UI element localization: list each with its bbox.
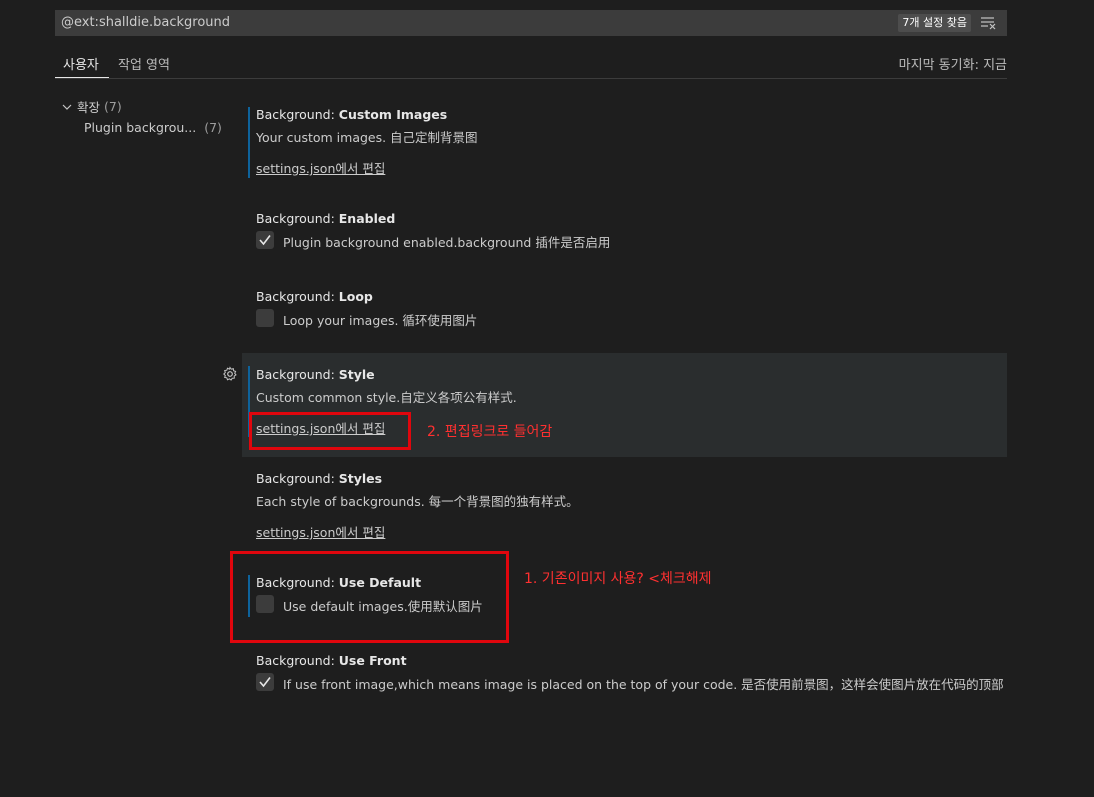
- edit-in-settings-json-link[interactable]: settings.json에서 편집: [256, 158, 385, 177]
- setting-loop: Background: Loop Loop your images. 循环使用图…: [242, 282, 1007, 346]
- result-count-badge: 7개 설정 찾음: [898, 14, 971, 32]
- setting-description: Custom common style.自定义各项公有样式.: [256, 390, 517, 405]
- setting-custom-images: Background: Custom Images Your custom im…: [242, 100, 1007, 184]
- setting-description: Plugin background enabled.background 插件是…: [283, 235, 611, 250]
- setting-title: Background: Loop: [256, 289, 373, 304]
- check-icon: [259, 235, 271, 246]
- setting-title: Background: Style: [256, 367, 375, 382]
- annotation-box-use-default: [230, 551, 509, 643]
- setting-title: Background: Styles: [256, 471, 383, 486]
- setting-description: Loop your images. 循环使用图片: [283, 313, 478, 328]
- settings-scope-tabs: 사용자 작업 영역 마지막 동기화: 지금: [55, 48, 1007, 79]
- tab-workspace[interactable]: 작업 영역: [118, 54, 170, 73]
- setting-title: Background: Enabled: [256, 211, 396, 226]
- setting-description: Your custom images. 自己定制背景图: [256, 130, 478, 145]
- edit-in-settings-json-link[interactable]: settings.json에서 편집: [256, 522, 385, 541]
- active-tab-indicator: [55, 77, 109, 78]
- clear-filter-icon[interactable]: [981, 16, 997, 30]
- toc-extensions-count: (7): [104, 99, 122, 114]
- setting-enabled: Background: Enabled Plugin background en…: [242, 204, 1007, 268]
- search-query[interactable]: @ext:shalldie.background: [61, 15, 230, 30]
- loop-checkbox[interactable]: [256, 309, 274, 327]
- enabled-checkbox[interactable]: [256, 231, 274, 249]
- setting-title: Background: Use Front: [256, 653, 407, 668]
- toc-extensions-label: 확장: [77, 100, 101, 115]
- modified-indicator: [248, 107, 250, 178]
- last-sync-status: 마지막 동기화: 지금: [898, 58, 1007, 73]
- setting-title: Background: Custom Images: [256, 107, 448, 122]
- settings-search-input[interactable]: @ext:shalldie.background 7개 설정 찾음: [55, 10, 1007, 36]
- toc-plugin-background[interactable]: Plugin backgrou... (7): [84, 120, 222, 135]
- setting-description: Each style of backgrounds. 每一个背景图的独有样式。: [256, 494, 579, 509]
- annotation-step-2: 2. 편집링크로 들어감: [427, 424, 553, 440]
- check-icon: [259, 677, 271, 688]
- setting-styles: Background: Styles Each style of backgro…: [242, 464, 1007, 548]
- toc-plugin-label: Plugin backgrou...: [84, 120, 197, 135]
- tab-user[interactable]: 사용자: [63, 54, 99, 73]
- chevron-down-icon: [62, 104, 72, 110]
- use-front-checkbox[interactable]: [256, 673, 274, 691]
- toc-extensions[interactable]: 확장 (7): [61, 97, 122, 116]
- setting-description: If use front image,which means image is …: [283, 677, 1004, 692]
- annotation-step-1: 1. 기존이미지 사용? <체크해제: [524, 571, 712, 587]
- gear-icon[interactable]: [222, 366, 238, 382]
- setting-use-front: Background: Use Front If use front image…: [242, 646, 1007, 710]
- toc-plugin-count: (7): [204, 120, 222, 135]
- annotation-box-edit-link: [249, 412, 411, 450]
